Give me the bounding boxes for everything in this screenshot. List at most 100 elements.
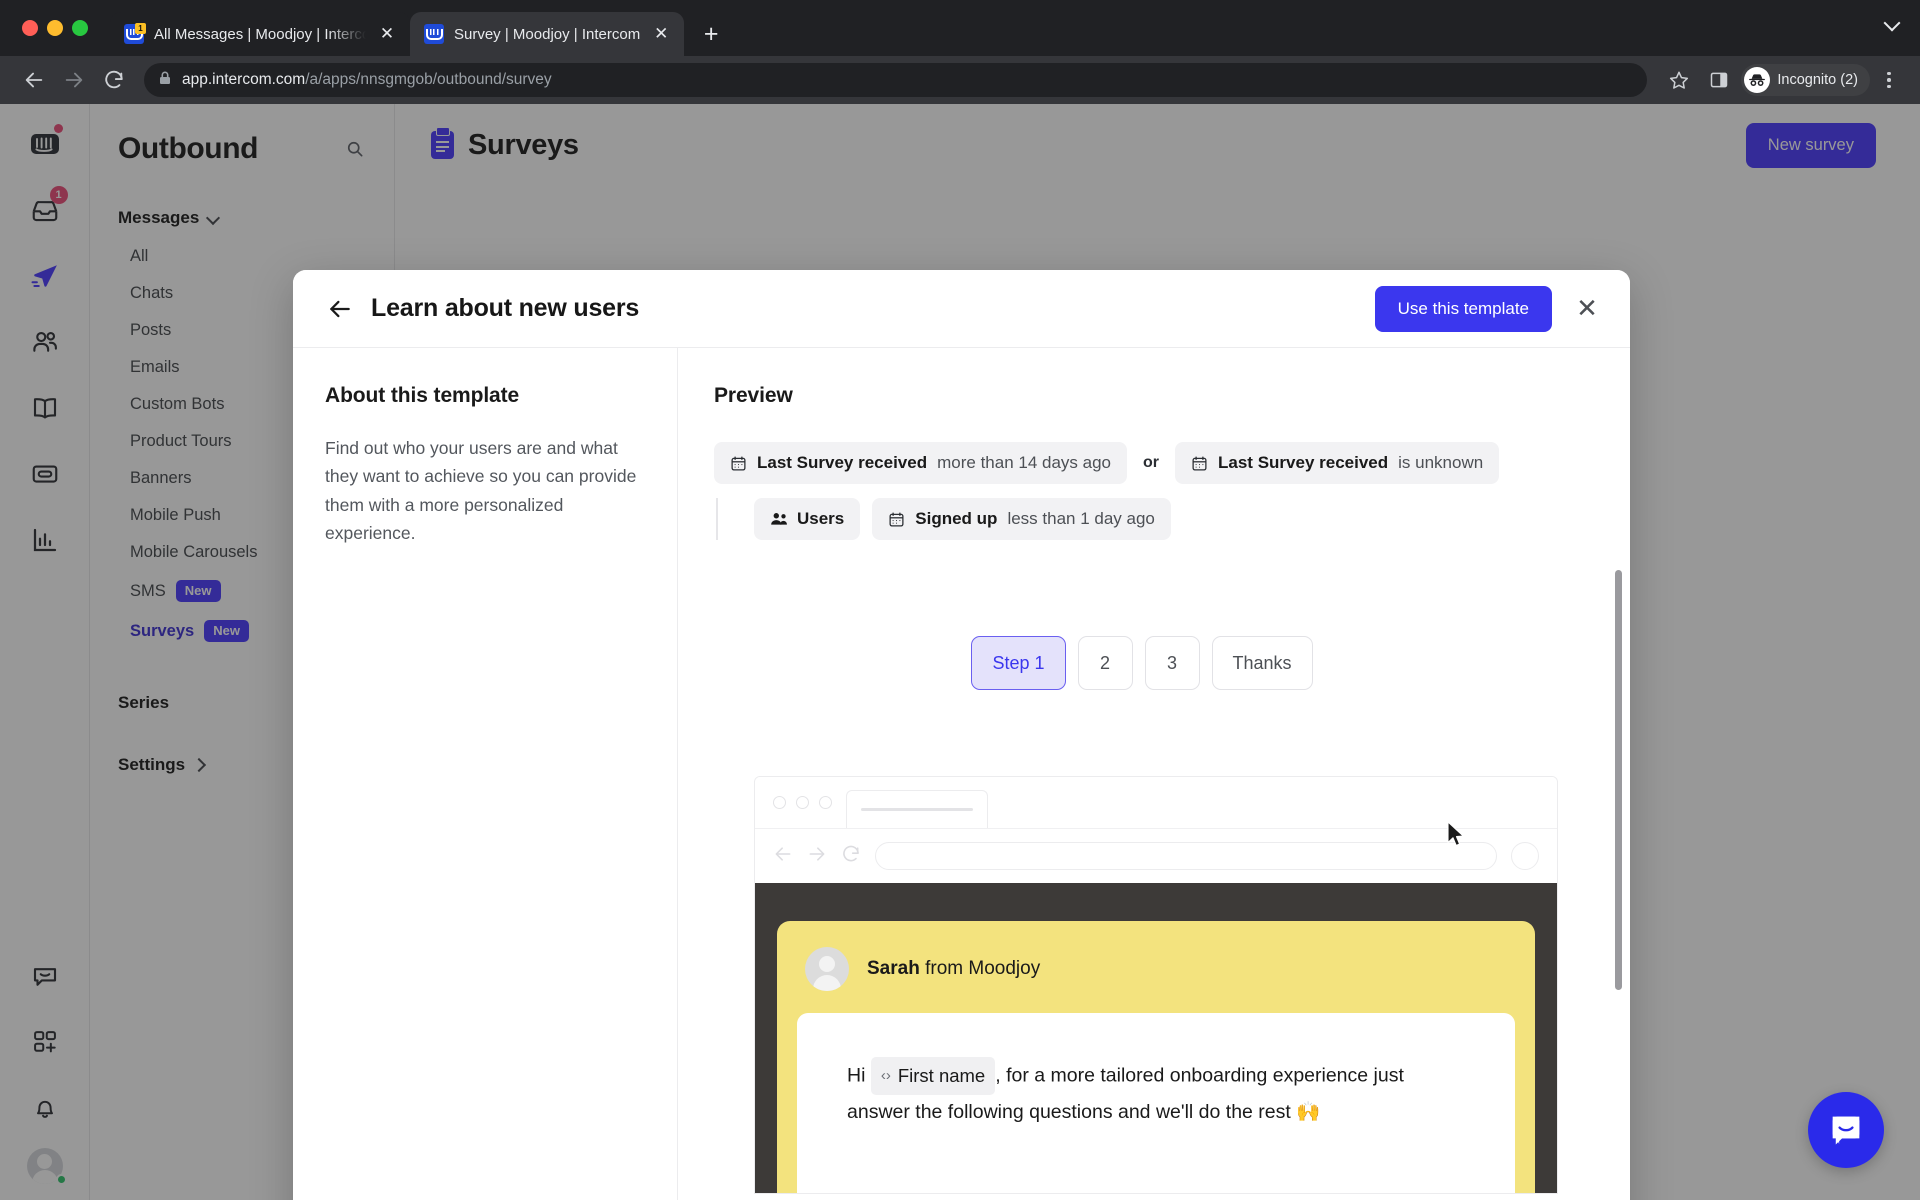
- about-template-panel: About this template Find out who your us…: [293, 348, 678, 1200]
- filter-label-rest: more than 14 days ago: [937, 453, 1112, 472]
- message-prefix: Hi: [847, 1064, 866, 1087]
- tab-step-thanks[interactable]: Thanks: [1211, 636, 1313, 690]
- mockup-window-dots: [773, 777, 846, 828]
- filter-label-bold: Last Survey received: [1218, 453, 1389, 472]
- mockup-dot: [796, 795, 809, 809]
- modal-header: Learn about new users Use this template …: [293, 270, 1630, 348]
- about-body: Find out who your users are and what the…: [325, 438, 637, 544]
- messenger-launcher-icon: [1832, 1116, 1860, 1145]
- address-bar[interactable]: app.intercom.com/a/apps/nnsgmgob/outboun…: [144, 63, 1648, 97]
- use-this-template-button[interactable]: Use this template: [1374, 285, 1552, 332]
- mockup-dot: [773, 795, 786, 809]
- url-domain: app.intercom.com: [182, 71, 306, 88]
- sender-suffix: from Moodjoy: [925, 958, 1041, 979]
- filter-or-label: or: [1143, 454, 1160, 471]
- mockup-dot: [819, 795, 832, 809]
- tab-step-2[interactable]: 2: [1077, 636, 1133, 690]
- incognito-icon: [1744, 67, 1771, 93]
- tab-title: Survey | Moodjoy | Intercom: [454, 25, 641, 43]
- filter-pill-signed-up[interactable]: Signed up less than 1 day ago: [872, 498, 1171, 540]
- intercom-favicon-icon: 1: [124, 23, 146, 44]
- about-heading: About this template: [325, 384, 520, 407]
- survey-sender: Sarah from Moodjoy: [867, 958, 1040, 980]
- first-name-token[interactable]: ‹› First name: [870, 1057, 996, 1096]
- back-arrow-icon[interactable]: [325, 294, 355, 324]
- preview-heading: Preview: [714, 384, 793, 407]
- filter-label-bold: Users: [797, 509, 845, 528]
- window-controls: [14, 0, 110, 56]
- modal-title: Learn about new users: [371, 294, 640, 322]
- survey-card-header: Sarah from Moodjoy: [797, 941, 1515, 1013]
- calendar-icon: [888, 511, 905, 528]
- chevron-down-icon[interactable]: [1882, 12, 1902, 32]
- close-icon[interactable]: ✕: [1566, 288, 1608, 330]
- people-icon: [770, 511, 787, 528]
- reload-icon: [841, 844, 861, 869]
- side-panel-icon[interactable]: [1701, 62, 1737, 98]
- maximize-window-button[interactable]: [72, 20, 88, 36]
- tab-step-3[interactable]: 3: [1144, 636, 1200, 690]
- intercom-app: 1 Outbound Messages All Chats Posts Emai…: [0, 104, 1920, 1200]
- filter-row-1: Last Survey received more than 14 days a…: [714, 442, 1570, 484]
- browser-toolbar: app.intercom.com/a/apps/nnsgmgob/outboun…: [0, 56, 1920, 104]
- filter-label-rest: is unknown: [1398, 453, 1484, 472]
- filter-label-rest: less than 1 day ago: [1007, 509, 1155, 528]
- profile-incognito-button[interactable]: Incognito (2): [1741, 64, 1870, 96]
- calendar-icon: [1191, 455, 1208, 472]
- survey-step-tabs: Step 1 2 3 Thanks: [714, 636, 1630, 690]
- filter-label-bold: Last Survey received: [757, 453, 928, 472]
- modal-scrollbar[interactable]: [1615, 570, 1622, 990]
- filter-row-2: Users Signed up less than 1 day ago: [716, 498, 1570, 540]
- kebab-menu-icon[interactable]: [1874, 71, 1904, 89]
- filter-pill-users[interactable]: Users: [754, 498, 861, 540]
- tab-step-1[interactable]: Step 1: [971, 636, 1066, 690]
- forward-arrow-icon[interactable]: [56, 62, 92, 98]
- mockup-avatar-icon: [1511, 842, 1539, 870]
- sender-name: Sarah: [867, 958, 920, 979]
- mouse-cursor: [1447, 821, 1467, 854]
- tab-title: All Messages | Moodjoy | Intercom: [154, 25, 366, 43]
- star-icon[interactable]: [1661, 62, 1697, 98]
- survey-card-body: Hi ‹› First name , for a more tailored o…: [797, 1013, 1515, 1193]
- template-detail-modal: Learn about new users Use this template …: [293, 270, 1630, 1200]
- mockup-page: Sarah from Moodjoy Hi ‹› First name , fo…: [755, 883, 1557, 1193]
- tab-search-area: [1882, 12, 1902, 32]
- mockup-address-bar: [875, 842, 1497, 870]
- forward-arrow-icon: [807, 844, 827, 869]
- filter-pill-last-survey-received-days[interactable]: Last Survey received more than 14 days a…: [714, 442, 1128, 484]
- survey-message: Hi ‹› First name , for a more tailored o…: [847, 1057, 1465, 1130]
- close-tab-icon[interactable]: ✕: [650, 23, 672, 45]
- browser-tabstrip: 1 All Messages | Moodjoy | Intercom ✕ Su…: [0, 0, 1920, 56]
- lock-icon: [158, 70, 172, 91]
- preview-panel: Preview Last Survey received more than 1…: [678, 348, 1630, 1200]
- browser-tab-survey[interactable]: Survey | Moodjoy | Intercom ✕: [410, 12, 685, 56]
- filter-label-bold: Signed up: [915, 509, 998, 528]
- avatar: [805, 947, 849, 991]
- browser-tab-all-messages[interactable]: 1 All Messages | Moodjoy | Intercom ✕: [110, 12, 410, 56]
- token-label: First name: [897, 1065, 986, 1086]
- calendar-icon: [730, 455, 747, 472]
- new-tab-button[interactable]: +: [694, 17, 728, 51]
- favicon-badge: 1: [135, 23, 146, 34]
- filter-pill-last-survey-received-unknown[interactable]: Last Survey received is unknown: [1175, 442, 1500, 484]
- code-icon: ‹›: [880, 1067, 891, 1085]
- mockup-tabstrip: [755, 777, 1557, 829]
- survey-preview-card: Sarah from Moodjoy Hi ‹› First name , fo…: [777, 921, 1535, 1193]
- reload-icon[interactable]: [96, 62, 132, 98]
- audience-filters: Last Survey received more than 14 days a…: [714, 442, 1630, 540]
- modal-body: About this template Find out who your us…: [293, 348, 1630, 1200]
- browser-window: 1 All Messages | Moodjoy | Intercom ✕ Su…: [0, 0, 1920, 1200]
- url-text: app.intercom.com/a/apps/nnsgmgob/outboun…: [182, 71, 552, 89]
- close-window-button[interactable]: [22, 20, 38, 36]
- back-arrow-icon[interactable]: [16, 62, 52, 98]
- messenger-launcher-button[interactable]: [1808, 1092, 1884, 1168]
- url-path: /a/apps/nnsgmgob/outbound/survey: [305, 71, 552, 88]
- mockup-tab: [846, 790, 988, 828]
- close-tab-icon[interactable]: ✕: [376, 23, 398, 45]
- back-arrow-icon: [773, 844, 793, 869]
- profile-label: Incognito (2): [1777, 72, 1858, 88]
- browser-mockup: Sarah from Moodjoy Hi ‹› First name , fo…: [754, 776, 1558, 1194]
- intercom-favicon-icon: [424, 24, 444, 44]
- minimize-window-button[interactable]: [47, 20, 63, 36]
- mockup-toolbar: [755, 829, 1557, 883]
